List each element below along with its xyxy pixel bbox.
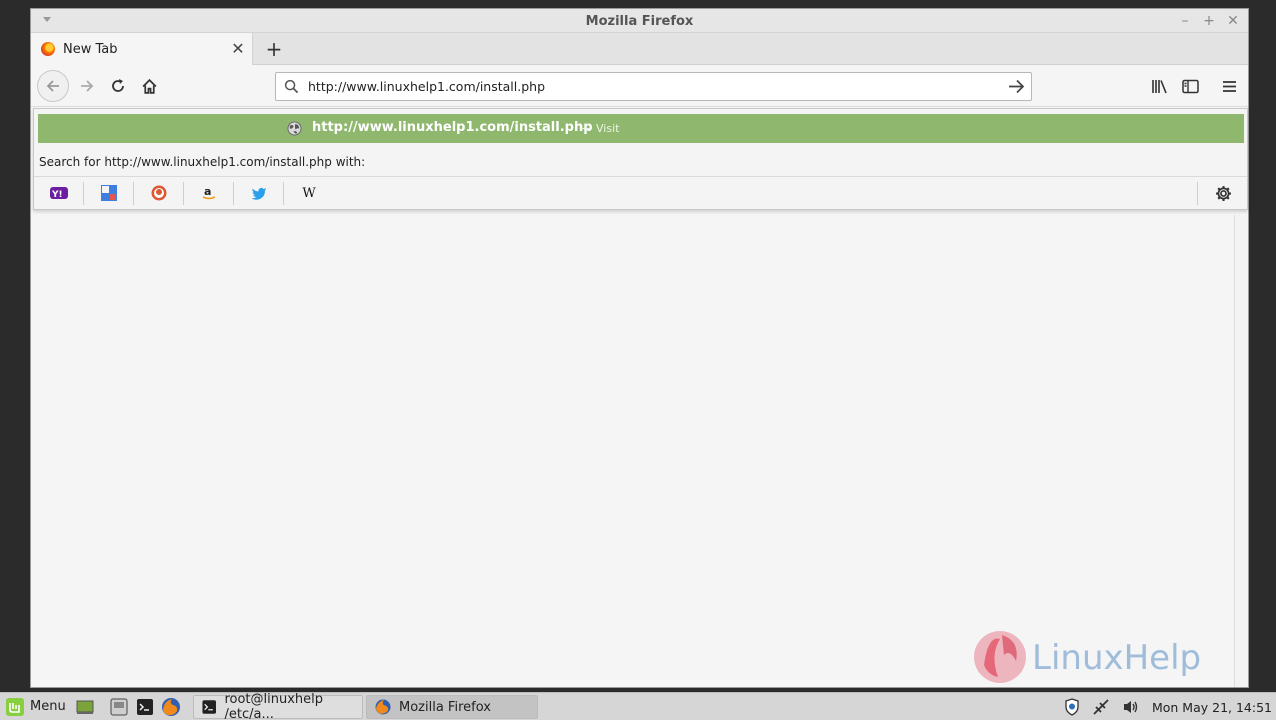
svg-text:a: a [204, 185, 211, 198]
go-arrow-icon[interactable] [1001, 79, 1031, 94]
show-desktop-icon[interactable] [74, 696, 96, 718]
new-tab-button[interactable]: + [263, 38, 285, 60]
tab-new-tab[interactable]: New Tab ✕ [31, 33, 253, 65]
task-label: root@linuxhelp /etc/a... [224, 692, 324, 720]
sidebar-icon [1181, 79, 1199, 93]
linux-mint-icon [6, 697, 24, 716]
engine-divider [183, 182, 184, 205]
linuxhelp-watermark: LinuxHelp [970, 625, 1230, 689]
system-tray: Mon May 21, 14:51 [1064, 693, 1272, 720]
window-controls: – + ✕ [1176, 12, 1242, 30]
globe-icon [287, 121, 302, 136]
volume-icon[interactable] [1122, 699, 1140, 715]
minimize-icon[interactable]: – [1176, 12, 1194, 30]
firefox-icon [41, 42, 55, 56]
url-autocomplete-popup: http://www.linuxhelp1.com/install.php — … [33, 108, 1248, 210]
url-input[interactable] [306, 79, 1001, 94]
url-bar[interactable] [275, 72, 1032, 101]
reload-icon [112, 79, 124, 92]
firefox-icon [161, 697, 180, 716]
suggestion-url: http://www.linuxhelp1.com/install.php [312, 120, 593, 135]
duckduckgo-icon[interactable] [148, 183, 170, 203]
search-icon [276, 79, 306, 94]
engine-divider [1197, 182, 1198, 205]
twitter-icon[interactable] [248, 183, 270, 203]
wikipedia-glyph: W [302, 185, 316, 201]
arrow-right-icon [81, 80, 94, 92]
engine-divider [133, 182, 134, 205]
close-window-icon[interactable]: ✕ [1224, 12, 1242, 30]
tab-title: New Tab [63, 41, 118, 57]
task-label: Mozilla Firefox [399, 699, 491, 715]
forward-button[interactable] [73, 72, 101, 100]
menu-label: Menu [30, 699, 66, 714]
arrow-left-icon [46, 80, 59, 92]
file-manager-launcher[interactable] [108, 696, 130, 718]
library-icon [1151, 79, 1167, 93]
hamburger-icon [1222, 80, 1236, 92]
home-button[interactable] [135, 72, 163, 100]
engine-divider [283, 182, 284, 205]
terminal-icon [202, 700, 217, 714]
url-suggestion-row[interactable]: http://www.linuxhelp1.com/install.php — … [38, 114, 1244, 143]
back-button[interactable] [37, 70, 69, 102]
home-icon [142, 78, 156, 94]
firefox-window: Mozilla Firefox – + ✕ New Tab ✕ + http:/… [30, 8, 1249, 688]
folder-icon [110, 698, 128, 715]
window-titlebar[interactable]: Mozilla Firefox – + ✕ [31, 9, 1248, 33]
start-menu-button[interactable]: Menu [0, 693, 74, 720]
terminal-launcher[interactable] [134, 696, 156, 718]
suggestion-separator: — [579, 121, 591, 135]
wikipedia-icon[interactable]: W [298, 183, 320, 203]
shield-icon[interactable] [1064, 698, 1080, 716]
google-icon[interactable] [98, 183, 120, 203]
clock[interactable]: Mon May 21, 14:51 [1152, 700, 1272, 715]
menu-button[interactable] [1215, 72, 1243, 100]
search-settings-button[interactable] [1212, 183, 1234, 203]
yahoo-icon[interactable]: Y! [48, 183, 70, 203]
system-taskbar: Menu root@linuxhelp /etc/a... Mozilla Fi… [0, 692, 1276, 720]
firefox-icon [375, 699, 391, 715]
sidebar-button[interactable] [1176, 72, 1204, 100]
search-with-label: Search for http://www.linuxhelp1.com/ins… [39, 155, 366, 169]
window-title: Mozilla Firefox [585, 14, 694, 29]
tab-close-icon[interactable]: ✕ [228, 39, 248, 59]
taskbar-item-terminal[interactable]: root@linuxhelp /etc/a... [193, 692, 363, 720]
terminal-icon [136, 698, 153, 715]
reload-button[interactable] [104, 72, 132, 100]
engine-divider [233, 182, 234, 205]
amazon-icon[interactable]: a [198, 183, 220, 203]
network-icon[interactable] [1092, 698, 1110, 716]
watermark-text: LinuxHelp [1032, 638, 1201, 678]
navigation-toolbar [31, 65, 1248, 107]
gear-icon [1215, 185, 1231, 201]
tab-bar: New Tab ✕ + [31, 33, 1248, 65]
svg-text:Y!: Y! [51, 190, 63, 200]
firefox-launcher[interactable] [160, 696, 182, 718]
taskbar-item-firefox[interactable]: Mozilla Firefox [366, 695, 538, 719]
engine-divider [83, 182, 84, 205]
content-scrollbar[interactable] [1234, 215, 1248, 687]
library-button[interactable] [1145, 72, 1173, 100]
maximize-icon[interactable]: + [1200, 12, 1218, 30]
search-engine-bar: Y! a W [34, 176, 1247, 209]
suggestion-action: Visit [596, 122, 620, 135]
